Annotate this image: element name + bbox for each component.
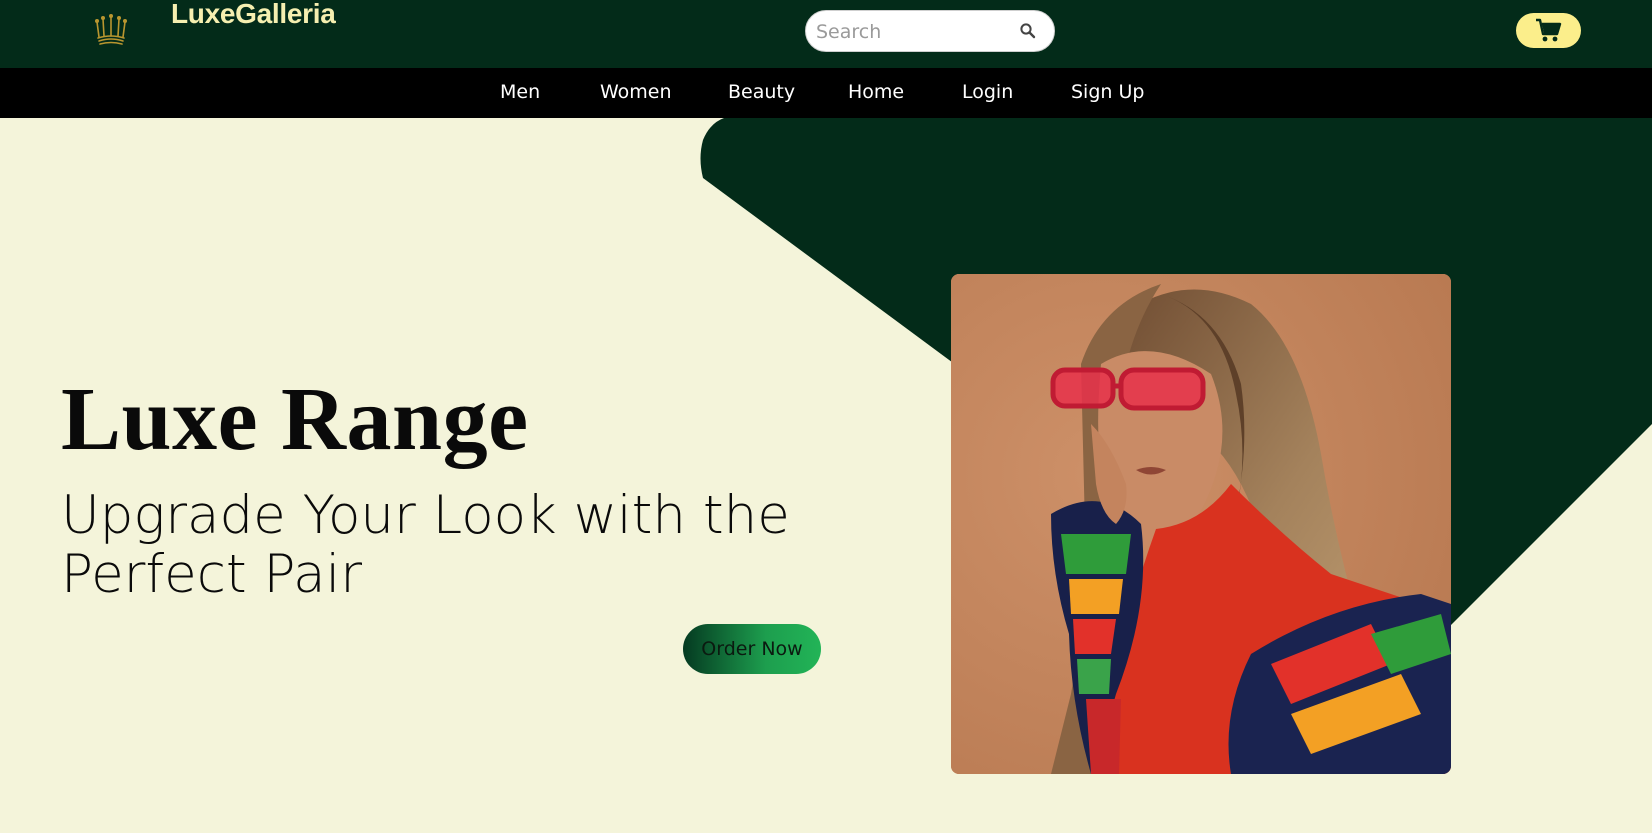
nav-women[interactable]: Women <box>600 81 672 103</box>
cart-button[interactable] <box>1516 13 1581 48</box>
hero-photo <box>951 274 1451 774</box>
hero-title: Luxe Range <box>61 370 529 469</box>
nav-sign-up[interactable]: Sign Up <box>1071 81 1144 103</box>
nav-login[interactable]: Login <box>962 81 1013 103</box>
top-header: LuxeGalleria <box>0 0 1652 68</box>
model-portrait-image <box>951 274 1451 774</box>
brand-name[interactable]: LuxeGalleria <box>171 0 336 30</box>
order-now-button[interactable]: Order Now <box>683 624 821 674</box>
search-input[interactable] <box>816 17 1011 47</box>
nav-men[interactable]: Men <box>500 81 540 103</box>
search-icon[interactable] <box>1019 22 1037 40</box>
main-nav: Men Women Beauty Home Login Sign Up <box>0 68 1652 118</box>
hero-subtitle: Upgrade Your Look with the Perfect Pair <box>61 485 790 605</box>
nav-home[interactable]: Home <box>848 81 904 103</box>
crown-icon[interactable] <box>92 10 130 48</box>
search-box <box>805 10 1055 52</box>
cart-icon <box>1536 18 1562 42</box>
nav-beauty[interactable]: Beauty <box>728 81 795 103</box>
